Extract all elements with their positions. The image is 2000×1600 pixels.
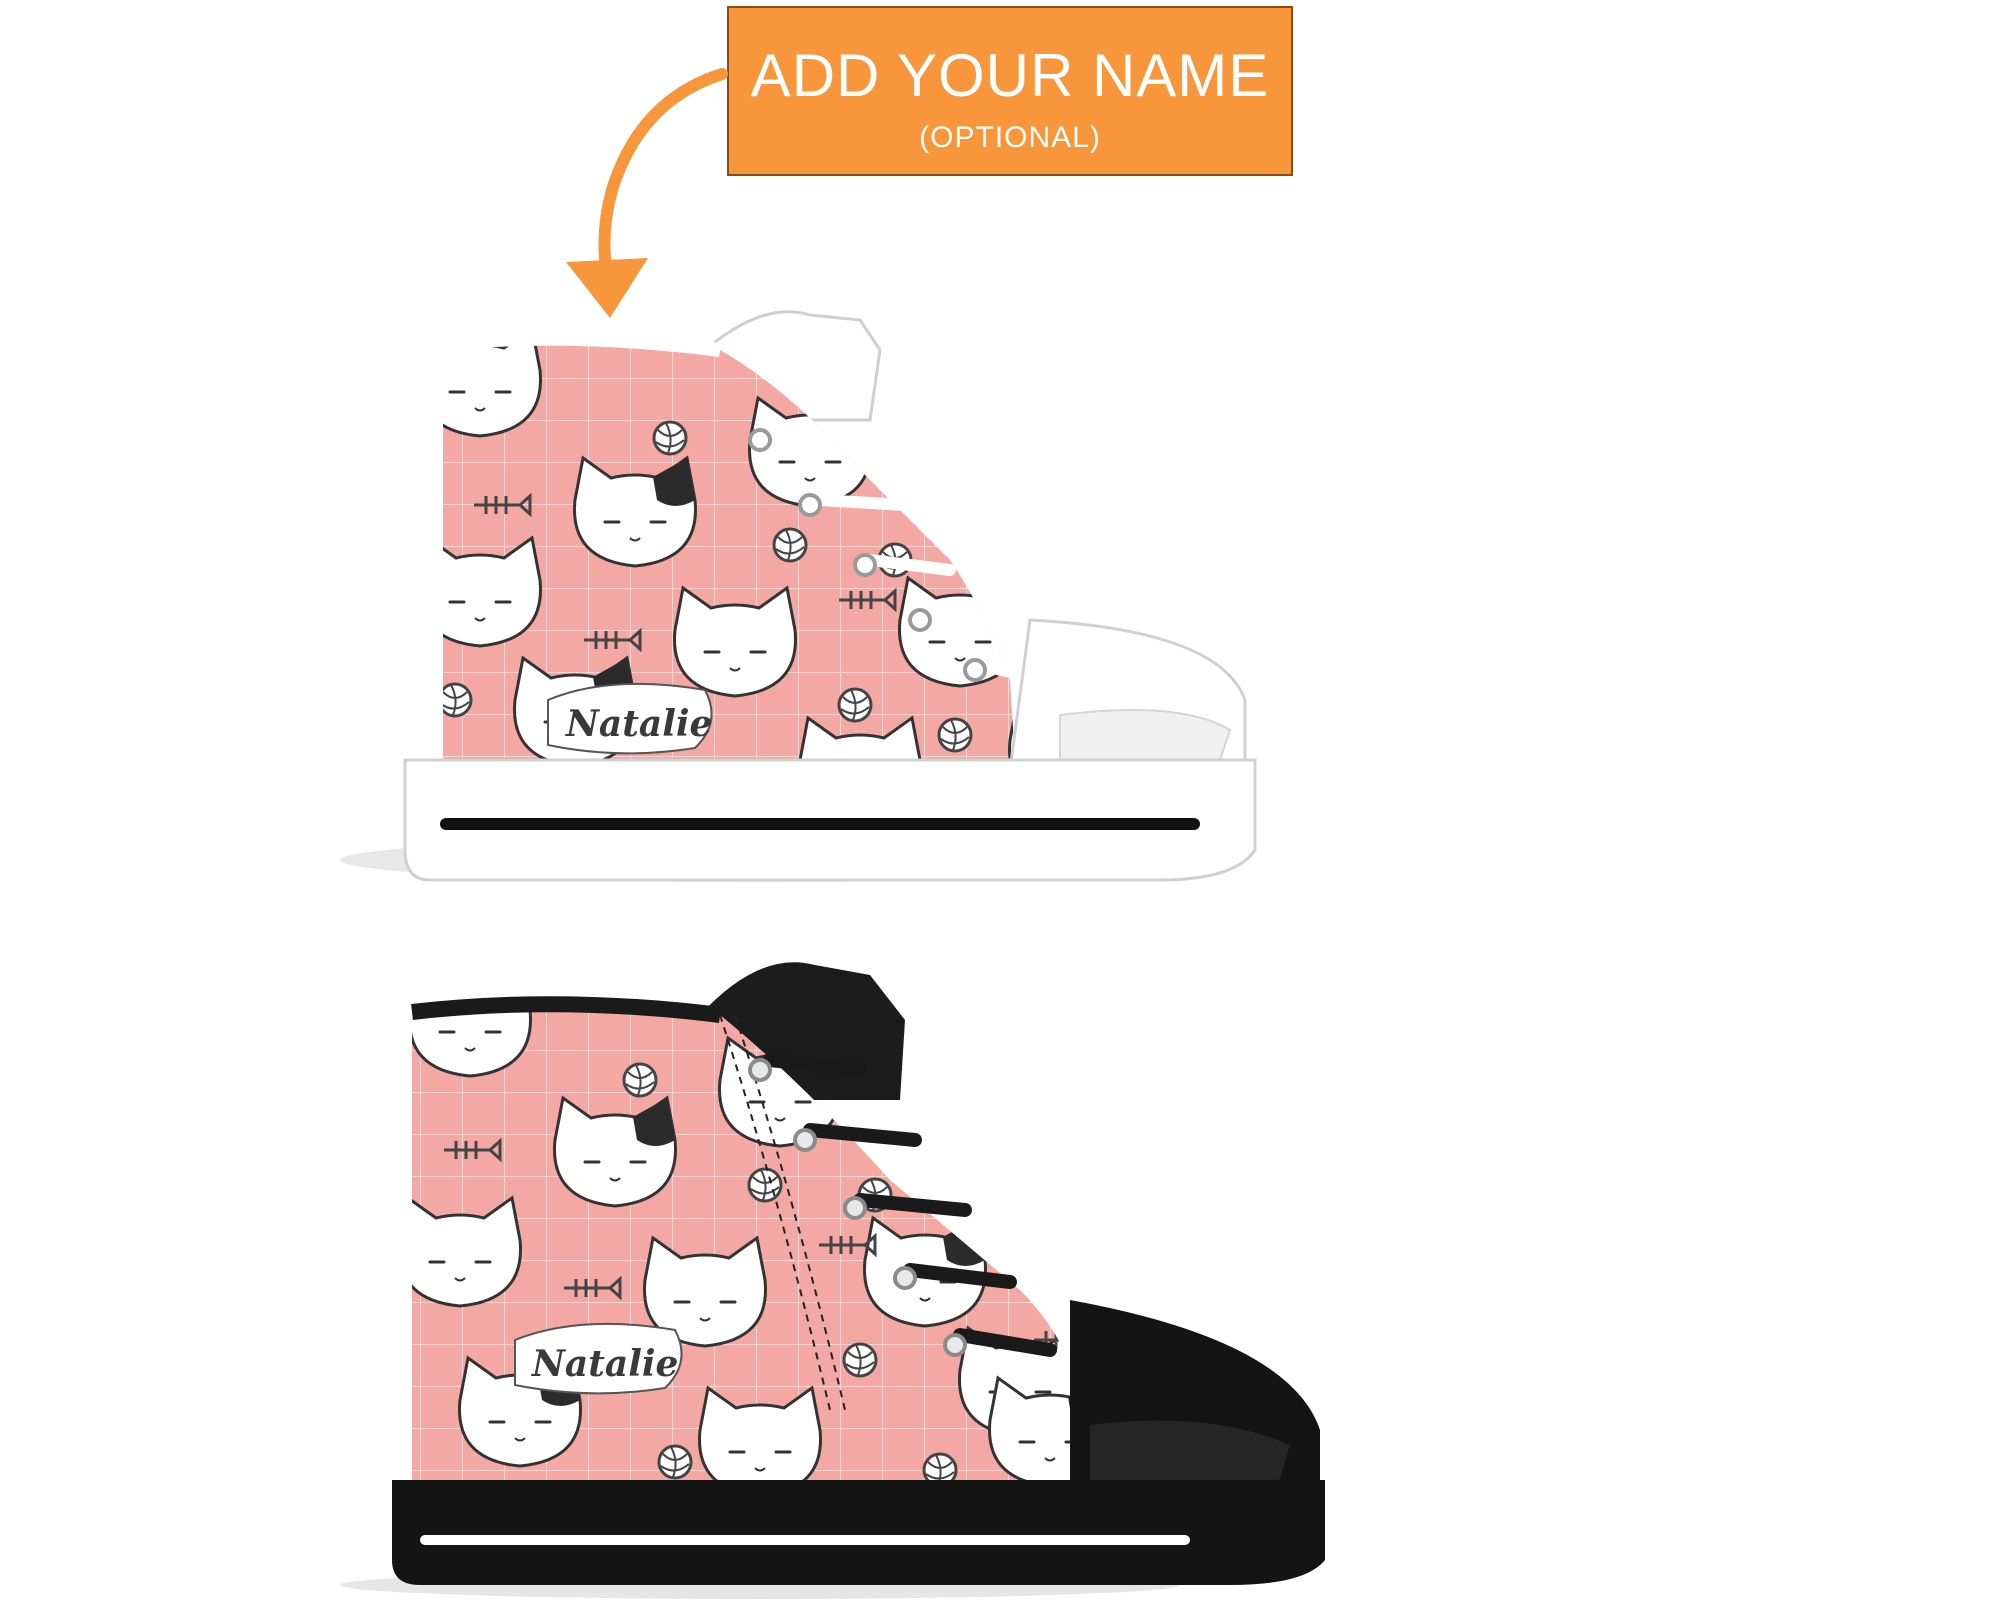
shoe-white-sole: Natalie: [340, 310, 1257, 882]
name-label: Natalie: [565, 703, 712, 745]
name-label: Natalie: [531, 1343, 678, 1385]
arrow-icon: [566, 68, 728, 318]
product-illustration: Natalie Natalie: [340, 68, 1325, 1599]
yarn-ball-icon: [652, 420, 688, 456]
name-badge-black-shoe: Natalie: [514, 1322, 683, 1395]
name-badge-white-shoe: Natalie: [547, 682, 712, 755]
shoe-black-sole: Natalie: [340, 962, 1325, 1599]
